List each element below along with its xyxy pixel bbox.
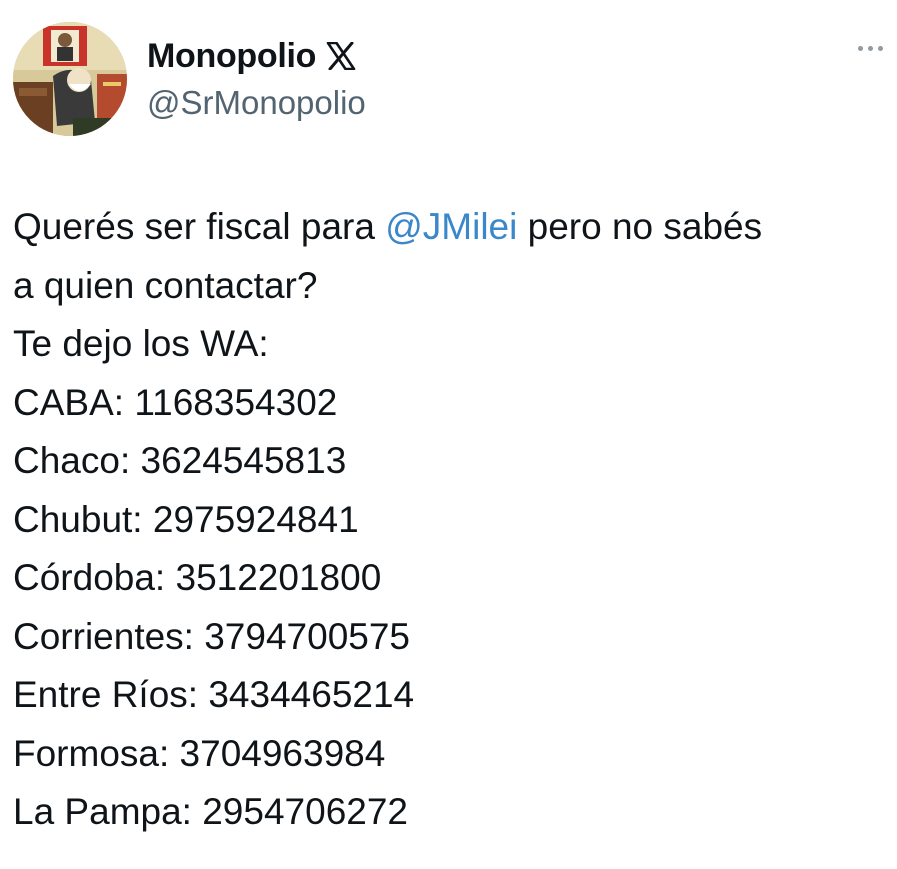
tweet-intro-after: pero no sabés	[517, 206, 763, 247]
contact-line: Entre Ríos: 3434465214	[13, 674, 415, 715]
tweet-line-3: Te dejo los WA:	[13, 323, 269, 364]
x-logo-icon	[326, 42, 356, 70]
contact-line: Chubut: 2975924841	[13, 498, 359, 540]
contact-line: Formosa: 3704963984	[13, 732, 386, 774]
contact-line: CABA: 1168354302	[13, 381, 338, 423]
author-name-row: Monopolio	[147, 36, 356, 76]
avatar[interactable]	[13, 22, 127, 136]
more-options-button[interactable]	[858, 46, 883, 51]
more-dots-icon	[858, 46, 863, 51]
user-handle[interactable]: @SrMonopolio	[147, 84, 366, 122]
contact-line: Chaco: 3624545813	[13, 440, 347, 481]
mention-link[interactable]: @JMilei	[385, 206, 517, 247]
display-name[interactable]: Monopolio	[147, 37, 316, 76]
more-dot	[878, 46, 883, 51]
tweet-line-1: Querés ser fiscal para @JMilei pero no s…	[13, 198, 893, 257]
contact-line: Córdoba: 3512201800	[13, 557, 382, 598]
contact-line: Corrientes: 3794700575	[13, 615, 411, 657]
more-dot	[868, 46, 873, 51]
avatar-cartoon-icon	[13, 22, 127, 136]
tweet-text: Querés ser fiscal para @JMilei pero no s…	[13, 198, 893, 842]
tweet-intro-before: Querés ser fiscal para	[13, 206, 386, 247]
tweet-line-2: a quien contactar?	[13, 264, 318, 306]
contact-line: La Pampa: 2954706272	[13, 791, 409, 832]
